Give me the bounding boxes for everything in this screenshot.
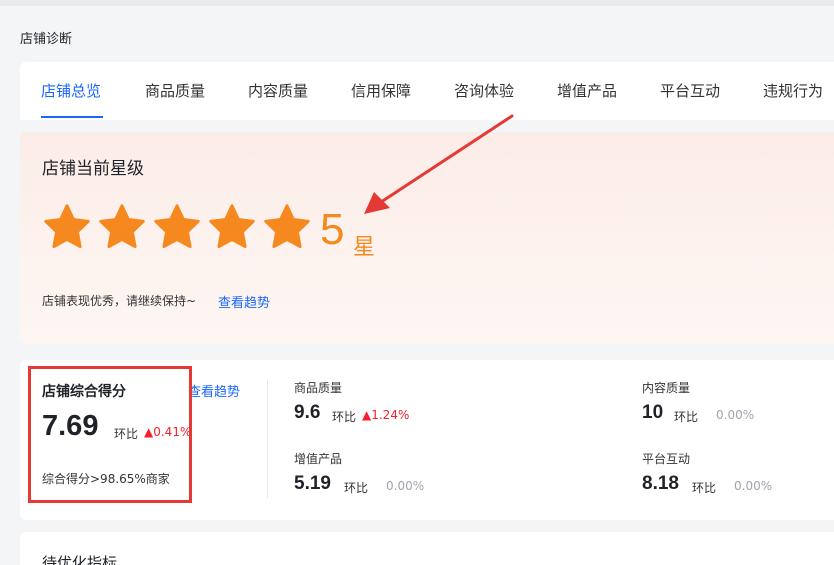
tab-violations[interactable]: 违规行为 — [763, 80, 823, 101]
star-icon — [264, 204, 310, 249]
overall-trend-link[interactable]: 查看趋势 — [188, 381, 240, 400]
arrow-up-icon: ▲ — [362, 408, 372, 422]
annotation-arrow — [364, 114, 514, 214]
star-icon — [44, 204, 90, 249]
pending-metrics-title: 待优化指标 — [42, 554, 118, 565]
star-icon — [99, 204, 145, 249]
metric-label: 平台互动 — [642, 452, 691, 466]
metric-mom-label: 环比 — [692, 481, 717, 495]
metric-value: 5.19 — [294, 473, 331, 494]
star-trend-link[interactable]: 查看趋势 — [218, 292, 270, 311]
metric-change: 0.00% — [734, 479, 773, 493]
score-card: 店铺综合得分 查看趋势 7.69 环比 ▲0.41% 综合得分>98.65%商家… — [20, 360, 834, 520]
star-level-description: 店铺表现优秀，请继续保持~ — [42, 294, 197, 308]
tab-content-quality[interactable]: 内容质量 — [248, 80, 308, 101]
annotation-highlight-box — [28, 366, 192, 503]
top-bar — [0, 0, 834, 6]
divider — [267, 380, 268, 498]
metric-label: 内容质量 — [642, 381, 691, 395]
metric-change: 0.00% — [386, 479, 425, 493]
star-level-title: 店铺当前星级 — [42, 159, 144, 179]
tab-overview[interactable]: 店铺总览 — [41, 80, 101, 101]
active-tab-indicator — [41, 116, 103, 118]
star-level-unit: 星 — [353, 235, 376, 260]
star-level-value: 5 — [320, 205, 345, 254]
tab-credit-guarantee[interactable]: 信用保障 — [351, 80, 411, 101]
pending-metrics-card: 待优化指标 — [20, 532, 834, 565]
tab-value-added[interactable]: 增值产品 — [557, 80, 617, 101]
page-title: 店铺诊断 — [20, 32, 73, 47]
metric-value: 8.18 — [642, 473, 679, 494]
metric-label: 增值产品 — [294, 452, 343, 466]
metric-change: 0.00% — [716, 408, 755, 422]
metric-value: 10 — [642, 402, 664, 423]
star-rating — [42, 202, 312, 258]
metric-change: ▲1.24% — [362, 408, 410, 422]
tab-product-quality[interactable]: 商品质量 — [145, 80, 205, 101]
metric-value: 9.6 — [294, 402, 321, 423]
tab-consult-experience[interactable]: 咨询体验 — [454, 80, 514, 101]
tab-platform-interaction[interactable]: 平台互动 — [660, 80, 720, 101]
metric-mom-label: 环比 — [332, 410, 357, 424]
metric-mom-label: 环比 — [674, 410, 699, 424]
metric-label: 商品质量 — [294, 381, 343, 395]
star-icon — [154, 204, 200, 249]
star-icon — [209, 204, 255, 249]
metric-mom-label: 环比 — [344, 481, 369, 495]
